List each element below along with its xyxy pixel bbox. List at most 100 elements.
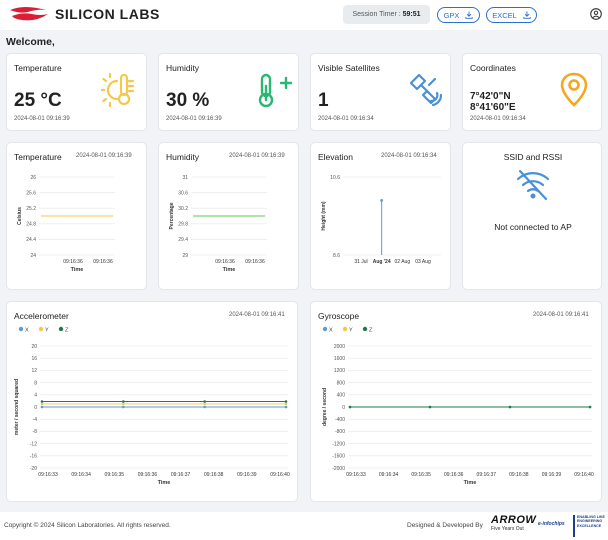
session-timer-label: Session Timer : — [352, 11, 401, 18]
card-timestamp: 2024-08-01 09:16:34 — [318, 116, 374, 122]
card-title: Coordinates — [470, 63, 516, 73]
legend-marker-z — [362, 326, 368, 332]
series-point-x — [40, 405, 44, 409]
y-tick-label: 24.8 — [26, 222, 36, 228]
humidity-value: 30 % — [166, 90, 210, 111]
legend-label-x: X — [329, 327, 333, 333]
legend-label-y: Y — [45, 327, 49, 333]
gpx-download-button[interactable]: GPX — [437, 7, 480, 23]
x-tick-label: 09:16:38 — [204, 472, 224, 478]
legend-marker-y — [38, 326, 44, 332]
legend-marker-x — [322, 326, 328, 332]
thermometer-plus-icon — [258, 73, 293, 108]
y-tick-label: -400 — [335, 417, 345, 423]
gpx-label: GPX — [443, 10, 460, 20]
legend-label-z: Z — [369, 327, 373, 333]
card-timestamp: 2024-08-01 09:16:39 — [14, 116, 70, 122]
latitude-value: 7°42'0"N — [470, 91, 511, 102]
gyroscope-chart: X Y Z 2000 1600 1200 800 400 0 -400 -800 -1200 -1600… — [322, 326, 594, 486]
y-tick-label: 12 — [31, 368, 37, 374]
x-tick-label: 09:16:34 — [379, 472, 399, 478]
accelerometer-chart-card: Accelerometer 2024-08-01 09:16:41 X Y Z 20 1… — [6, 301, 298, 502]
legend-marker-x — [18, 326, 24, 332]
y-tick-label: -4 — [33, 417, 38, 423]
download-icon — [465, 11, 474, 19]
y-tick-label: -16 — [30, 454, 37, 460]
series-point-z — [203, 400, 206, 403]
satellites-value: 1 — [318, 90, 329, 111]
elevation-chart-card: Elevation 2024-08-01 09:16:34 8.6 10.6 Hei… — [310, 142, 451, 290]
card-title: Humidity — [166, 63, 200, 73]
series-point-y — [122, 402, 125, 406]
y-tick-label: 30.2 — [178, 206, 188, 212]
arrow-logo-text: ARROW — [491, 514, 537, 526]
card-timestamp: 2024-08-01 09:16:39 — [166, 116, 222, 122]
series-point-x — [284, 405, 288, 409]
y-tick-label: 1600 — [334, 356, 345, 362]
y-tick-label: 1200 — [334, 368, 345, 374]
y-tick-label: 24.4 — [26, 237, 36, 243]
ssid-rssi-card: SSID and RSSI Not connected to AP — [462, 142, 602, 290]
y-tick-label: 10.6 — [330, 175, 340, 181]
series-point-z — [588, 405, 592, 409]
logo-text: SILICON LABS — [55, 6, 160, 22]
series-point-z — [348, 405, 352, 409]
accelerometer-chart: X Y Z 20 16 12 8 4 0 -4 -8 -12 -16 -20 meter / second … — [14, 326, 290, 486]
y-tick-label: 400 — [337, 393, 346, 399]
y-axis-label: degree / second — [322, 388, 328, 426]
y-tick-label: 0 — [342, 405, 345, 411]
excel-download-button[interactable]: EXCEL — [486, 7, 537, 23]
x-tick-label: 09:16:37 — [477, 472, 497, 478]
y-tick-label: -12 — [30, 441, 37, 447]
x-tick-label: 09:16:36 — [215, 259, 235, 265]
x-tick-label: 09:16:35 — [411, 472, 431, 478]
card-timestamp: 2024-08-01 09:16:34 — [470, 116, 526, 122]
download-icon — [523, 11, 531, 19]
engineering-excellence-logo[interactable]: ENABLING LIKE ENGINEERING EXCELLENCE — [573, 515, 607, 537]
y-tick-label: 30.6 — [178, 190, 188, 196]
humidity-chart-card: Humidity 2024-08-01 09:16:39 29 29.4 29.8 3… — [158, 142, 299, 290]
x-tick-label: 09:16:33 — [346, 472, 366, 478]
legend-label-z: Z — [65, 327, 69, 333]
elevation-chart: 8.6 10.6 Height (mm) 31 Jul Aug '24 02 Aug 03 … — [321, 175, 441, 265]
legend-label-y: Y — [349, 327, 353, 333]
y-tick-label: -2000 — [332, 466, 345, 472]
y-tick-label: 25.6 — [26, 190, 36, 196]
series-point-z — [508, 405, 512, 409]
x-axis-label: Time — [464, 480, 477, 486]
series-point-z — [428, 405, 432, 409]
legend-marker-z — [58, 326, 64, 332]
y-tick-label: 24 — [30, 253, 36, 259]
x-tick-label: 09:16:39 — [542, 472, 562, 478]
card-title: Temperature — [14, 63, 62, 73]
x-tick-label: 09:16:36 — [245, 259, 265, 265]
excel-label: EXCEL — [492, 10, 517, 20]
x-tick-label: 09:16:40 — [270, 472, 290, 478]
arrow-logo[interactable]: ARROW Five Years Out — [491, 514, 537, 537]
card-title: Visible Satellites — [318, 63, 380, 73]
y-axis-label: Height (mm) — [321, 201, 327, 231]
silicon-labs-logo[interactable]: SILICON LABS — [6, 6, 160, 22]
einfochips-logo[interactable]: e-infochips — [538, 521, 570, 527]
silicon-labs-logo-icon — [10, 7, 48, 21]
y-tick-label: -8 — [33, 429, 38, 435]
y-tick-label: 4 — [34, 393, 37, 399]
y-tick-label: 29 — [182, 253, 188, 259]
session-timer: Session Timer : 59:51 — [343, 5, 430, 24]
x-tick-label: 09:16:40 — [574, 472, 594, 478]
temperature-chart: 24 24.4 24.8 25.2 25.6 26 Celsius 09:16:36 09:16… — [17, 175, 115, 273]
satellites-card: Visible Satellites 1 2024-08-01 09:16:34 — [310, 53, 451, 131]
account-icon[interactable] — [590, 8, 602, 20]
x-tick-label: 09:16:37 — [171, 472, 191, 478]
x-tick-label: 09:16:36 — [63, 259, 83, 265]
y-tick-label: -1600 — [332, 454, 345, 460]
y-tick-label: -1200 — [332, 441, 345, 447]
y-tick-label: 800 — [337, 380, 346, 386]
x-tick-label: 09:16:38 — [509, 472, 529, 478]
x-tick-label: 03 Aug — [415, 259, 431, 265]
wifi-off-icon — [516, 169, 550, 201]
x-axis-label: Time — [223, 267, 236, 273]
ssid-title: SSID and RSSI — [503, 152, 563, 162]
y-tick-label: 20 — [31, 344, 37, 350]
y-tick-label: 8.6 — [333, 253, 340, 259]
